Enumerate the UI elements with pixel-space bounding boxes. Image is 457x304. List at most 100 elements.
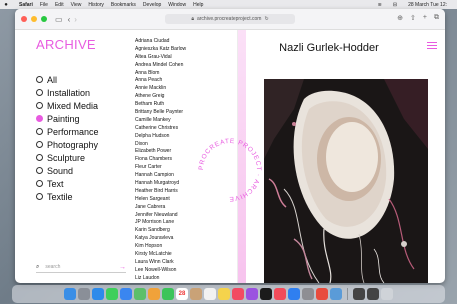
menu-app-name[interactable]: Safari bbox=[19, 2, 33, 8]
radio-button[interactable] bbox=[36, 180, 43, 187]
artist-link[interactable]: Anna Peach bbox=[135, 77, 215, 85]
dock-safari-icon[interactable] bbox=[92, 288, 104, 300]
category-sound[interactable]: Sound bbox=[36, 164, 99, 177]
category-text[interactable]: Text bbox=[36, 177, 99, 190]
url-text: archive.procreateproject.com bbox=[196, 16, 262, 22]
back-icon[interactable]: ‹ bbox=[68, 15, 71, 24]
wifi-icon[interactable]: ≋ bbox=[378, 2, 382, 8]
svg-text:PROCREATE PROJECT · ARCHIVE: PROCREATE PROJECT · ARCHIVE bbox=[198, 138, 262, 202]
new-tab-icon[interactable]: + bbox=[423, 14, 427, 22]
radio-button[interactable] bbox=[36, 102, 43, 109]
artist-link[interactable]: Catherine Christres bbox=[135, 125, 215, 133]
artist-link[interactable]: Camille Mankey bbox=[135, 117, 215, 125]
category-photography[interactable]: Photography bbox=[36, 138, 99, 151]
minimize-window-button[interactable] bbox=[31, 16, 37, 22]
artist-link[interactable]: JP Morrison Lane bbox=[135, 219, 215, 227]
radio-button[interactable] bbox=[36, 128, 43, 135]
dock-app-store-icon[interactable] bbox=[288, 288, 300, 300]
dock-mail-icon[interactable] bbox=[120, 288, 132, 300]
menu-edit[interactable]: Edit bbox=[55, 2, 64, 8]
tab-overview-icon[interactable]: ⧉ bbox=[434, 14, 439, 22]
artist-link[interactable]: Karin Sandberg bbox=[135, 227, 215, 235]
artist-link[interactable]: Katya Jouravleva bbox=[135, 235, 215, 243]
dock-photos-icon[interactable] bbox=[148, 288, 160, 300]
circular-text: PROCREATE PROJECT · ARCHIVE bbox=[198, 138, 261, 202]
menu-clock[interactable]: 28 March Tue 12: bbox=[408, 2, 447, 8]
dock-trash-icon[interactable] bbox=[381, 288, 393, 300]
dock-calendar-icon[interactable]: 28 bbox=[176, 288, 188, 300]
category-textile[interactable]: Textile bbox=[36, 190, 99, 203]
maximize-window-button[interactable] bbox=[41, 16, 47, 22]
dock-chrome-icon[interactable] bbox=[316, 288, 328, 300]
share-icon[interactable]: ⇧ bbox=[410, 14, 416, 22]
artist-link[interactable]: Altea Grau-Vidal bbox=[135, 54, 215, 62]
category-painting[interactable]: Painting bbox=[36, 112, 99, 125]
search-icon: ⌕ bbox=[36, 263, 40, 270]
menu-file[interactable]: File bbox=[40, 2, 48, 8]
artist-link[interactable]: Jennifer Nieuwland bbox=[135, 212, 215, 220]
dock-preview-icon[interactable] bbox=[330, 288, 342, 300]
artist-link[interactable]: Kirsty McLatchie bbox=[135, 251, 215, 259]
address-bar[interactable]: 🔒︎ archive.procreateproject.com ↻ bbox=[165, 14, 295, 24]
circular-text-badge: PROCREATE PROJECT · ARCHIVE bbox=[198, 138, 262, 202]
artist-link[interactable]: Brittany Belle Paynter bbox=[135, 109, 215, 117]
dock-other-icon[interactable] bbox=[353, 288, 365, 300]
dock-finder-icon[interactable] bbox=[64, 288, 76, 300]
sidebar-icon[interactable]: ▭ bbox=[55, 15, 63, 24]
artist-link[interactable]: Athene Greig bbox=[135, 93, 215, 101]
dock-reminders-icon[interactable] bbox=[204, 288, 216, 300]
dock-podcasts-icon[interactable] bbox=[246, 288, 258, 300]
menu-window[interactable]: Window bbox=[168, 2, 186, 8]
hamburger-menu-icon[interactable] bbox=[427, 42, 437, 51]
radio-button[interactable] bbox=[36, 154, 43, 161]
artwork-image[interactable] bbox=[264, 79, 428, 283]
reload-icon[interactable]: ↻ bbox=[264, 16, 268, 22]
dock-notes-icon[interactable] bbox=[218, 288, 230, 300]
dock-tv-icon[interactable] bbox=[260, 288, 272, 300]
artist-link[interactable]: Laura Winn Clark bbox=[135, 259, 215, 267]
dock-news-icon[interactable] bbox=[274, 288, 286, 300]
artist-link[interactable]: Andrea Mindel Cohen bbox=[135, 62, 215, 70]
dock-contacts-icon[interactable] bbox=[190, 288, 202, 300]
menu-history[interactable]: History bbox=[88, 2, 104, 8]
artist-link[interactable]: Adriana Ciudad bbox=[135, 38, 215, 46]
menu-help[interactable]: Help bbox=[193, 2, 203, 8]
radio-button[interactable] bbox=[36, 89, 43, 96]
artist-link[interactable]: Agnieszka Katz Barlow bbox=[135, 46, 215, 54]
control-center-icon[interactable]: ⊟ bbox=[393, 2, 397, 8]
artist-link[interactable]: Annie Macklin bbox=[135, 85, 215, 93]
close-window-button[interactable] bbox=[21, 16, 27, 22]
dock-messages-icon[interactable] bbox=[106, 288, 118, 300]
radio-button[interactable] bbox=[36, 76, 43, 83]
category-mixed-media[interactable]: Mixed Media bbox=[36, 99, 99, 112]
menu-bookmarks[interactable]: Bookmarks bbox=[111, 2, 136, 8]
download-icon[interactable]: ⊕ bbox=[397, 14, 403, 22]
category-installation[interactable]: Installation bbox=[36, 86, 99, 99]
dock-launchpad-icon[interactable] bbox=[78, 288, 90, 300]
site-logo[interactable]: ARCHIVE bbox=[36, 37, 96, 52]
artist-link[interactable]: Liz Laudon bbox=[135, 275, 215, 283]
dock-facetime-icon[interactable] bbox=[162, 288, 174, 300]
forward-icon[interactable]: › bbox=[74, 15, 77, 24]
dock-maps-icon[interactable] bbox=[134, 288, 146, 300]
radio-button[interactable] bbox=[36, 193, 43, 200]
radio-button[interactable] bbox=[36, 167, 43, 174]
category-performance[interactable]: Performance bbox=[36, 125, 99, 138]
apple-menu-icon[interactable]: ● bbox=[0, 2, 12, 8]
artist-link[interactable]: Betham Ruth bbox=[135, 101, 215, 109]
dock-separator bbox=[347, 288, 348, 300]
artist-link[interactable]: Kim Hopson bbox=[135, 243, 215, 251]
radio-button-selected[interactable] bbox=[36, 115, 43, 122]
category-all[interactable]: All bbox=[36, 73, 99, 86]
artist-link[interactable]: Anna Blom bbox=[135, 70, 215, 78]
search-field[interactable]: ⌕ search → bbox=[36, 262, 126, 273]
dock-music-icon[interactable] bbox=[232, 288, 244, 300]
menu-view[interactable]: View bbox=[71, 2, 82, 8]
arrow-right-icon[interactable]: → bbox=[119, 264, 126, 271]
dock-settings-icon[interactable] bbox=[302, 288, 314, 300]
category-sculpture[interactable]: Sculpture bbox=[36, 151, 99, 164]
radio-button[interactable] bbox=[36, 141, 43, 148]
menu-develop[interactable]: Develop bbox=[143, 2, 161, 8]
artist-link[interactable]: Lee Nowell-Wilson bbox=[135, 267, 215, 275]
dock-other-icon[interactable] bbox=[367, 288, 379, 300]
